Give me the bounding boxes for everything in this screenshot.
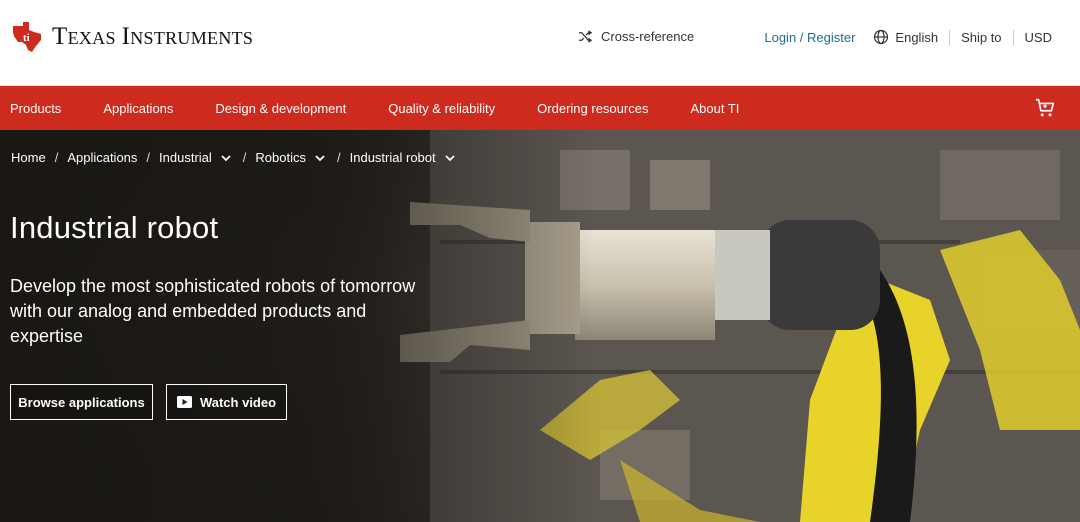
browse-applications-label: Browse applications [18, 394, 145, 410]
hero-banner: Home / Applications / Industrial / Robot… [0, 130, 1080, 522]
nav-item-applications[interactable]: Applications [103, 101, 173, 116]
video-play-icon [176, 396, 192, 408]
site-header: ti Texas Instruments Cross-reference Log… [0, 0, 1080, 86]
nav-item-design-development[interactable]: Design & development [215, 101, 346, 116]
ship-to-link[interactable]: Ship to [961, 30, 1001, 45]
breadcrumb: Home / Applications / Industrial / Robot… [11, 150, 458, 165]
shuffle-icon [578, 30, 593, 43]
breadcrumb-industrial-robot: Industrial robot [349, 150, 436, 165]
ti-logo[interactable]: ti Texas Instruments [10, 20, 253, 54]
nav-item-about-ti[interactable]: About TI [690, 101, 739, 116]
breadcrumb-separator: / [146, 150, 151, 165]
breadcrumb-home[interactable]: Home [11, 150, 46, 165]
breadcrumb-separator: / [242, 150, 247, 165]
browse-applications-button[interactable]: Browse applications [10, 384, 153, 420]
utility-nav: Login / Register English Ship to USD [764, 29, 1052, 45]
currency-selector[interactable]: USD [1025, 30, 1052, 45]
nav-item-products[interactable]: Products [10, 101, 61, 116]
page-title: Industrial robot [10, 210, 219, 245]
breadcrumb-industrial[interactable]: Industrial [159, 150, 212, 165]
language-label: English [895, 29, 939, 45]
breadcrumb-separator: / [54, 150, 59, 165]
breadcrumb-robotics[interactable]: Robotics [255, 150, 306, 165]
watch-video-button[interactable]: Watch video [166, 384, 287, 420]
shopping-cart-icon[interactable] [1034, 97, 1056, 124]
brand-name: Texas Instruments [52, 23, 254, 50]
cross-reference-link[interactable]: Cross-reference [578, 29, 694, 44]
watch-video-label: Watch video [199, 394, 277, 410]
chevron-down-icon[interactable] [444, 152, 456, 164]
chevron-down-icon[interactable] [220, 152, 232, 164]
cross-reference-label: Cross-reference [601, 29, 695, 44]
breadcrumb-separator: / [337, 150, 341, 165]
divider [1012, 29, 1014, 45]
language-selector[interactable]: English [873, 29, 938, 45]
divider [949, 29, 951, 45]
globe-icon [874, 29, 889, 45]
ti-state-logo-icon: ti [13, 22, 41, 52]
nav-item-quality-reliability[interactable]: Quality & reliability [388, 101, 495, 116]
chevron-down-icon[interactable] [314, 152, 326, 164]
breadcrumb-applications[interactable]: Applications [67, 150, 137, 165]
svg-text:ti: ti [23, 32, 30, 44]
hero-description: Develop the most sophisticated robots of… [10, 276, 416, 346]
nav-item-ordering-resources[interactable]: Ordering resources [537, 101, 648, 116]
main-nav: Products Applications Design & developme… [0, 86, 1080, 130]
login-register-link[interactable]: Login / Register [764, 30, 855, 45]
